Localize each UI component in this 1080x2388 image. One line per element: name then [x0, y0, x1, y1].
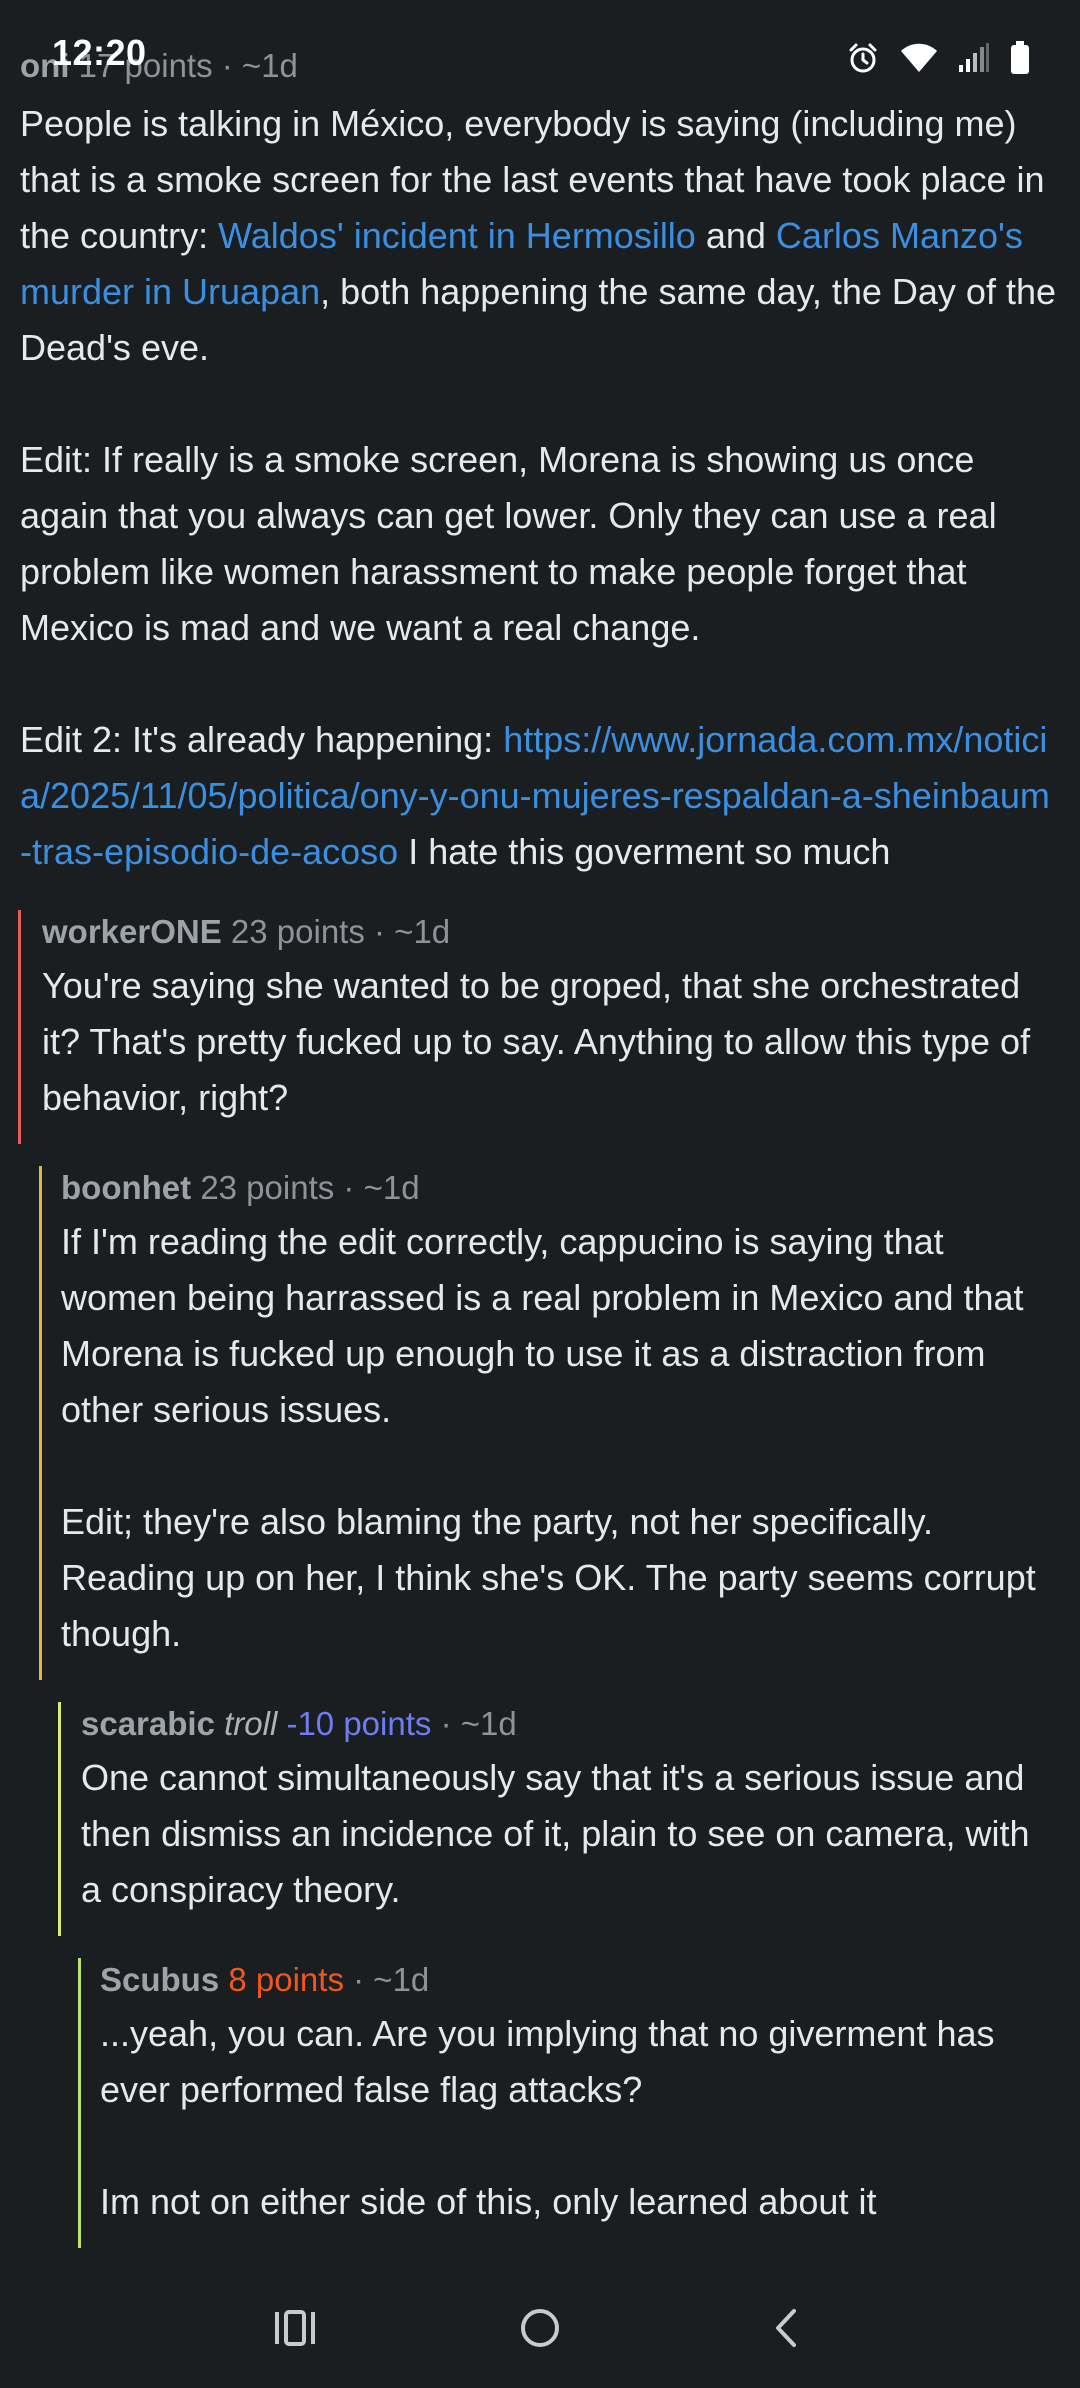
comment-age: · ~1d — [374, 913, 451, 950]
comment-author[interactable]: scarabic — [81, 1705, 215, 1742]
recents-button[interactable] — [250, 2290, 340, 2370]
comment-body: One cannot simultaneously say that it's … — [81, 1750, 1058, 1936]
comment-body: You're saying she wanted to be groped, t… — [42, 958, 1058, 1144]
comment-age: · ~1d — [343, 1169, 420, 1206]
comment-points: 23 points — [200, 1169, 335, 1206]
comment-text: and — [695, 215, 776, 256]
comment-age: · ~1d — [440, 1705, 517, 1742]
comment-meta: boonhet 23 points · ~1d — [61, 1166, 1058, 1210]
comment-scarabic[interactable]: scarabic troll -10 points · ~1d One cann… — [58, 1702, 1080, 1936]
comment-author[interactable]: workerONE — [42, 913, 222, 950]
comment-Scubus[interactable]: Scubus 8 points · ~1d ...yeah, you can. … — [78, 1958, 1080, 2248]
battery-icon — [1010, 41, 1030, 75]
recents-icon — [273, 2309, 317, 2351]
comment-author[interactable]: boonhet — [61, 1169, 191, 1206]
comment-age: · ~1d — [353, 1961, 430, 1998]
status-icons — [846, 38, 1030, 78]
comment-paragraph: People is talking in México, everybody i… — [20, 96, 1058, 376]
link-waldos-incident[interactable]: Waldos' incident in Hermosillo — [218, 215, 696, 256]
system-nav-bar — [0, 2270, 1080, 2388]
comment-text: I hate this goverment so much — [398, 831, 891, 872]
comment-paragraph: Edit; they're also blaming the party, no… — [61, 1501, 1036, 1654]
alarm-icon — [846, 41, 880, 75]
comment-author[interactable]: Scubus — [100, 1961, 219, 1998]
comment-meta: Scubus 8 points · ~1d — [100, 1958, 1058, 2002]
back-button[interactable] — [740, 2290, 830, 2370]
comment-points: -10 points — [286, 1705, 432, 1742]
comment-paragraph: You're saying she wanted to be groped, t… — [42, 965, 1031, 1118]
comment-body: If I'm reading the edit correctly, cappu… — [61, 1214, 1058, 1680]
comment-workerONE[interactable]: workerONE 23 points · ~1d You're saying … — [18, 910, 1080, 1144]
comment-boonhet[interactable]: boonhet 23 points · ~1d If I'm reading t… — [39, 1166, 1080, 1680]
status-time: 12:20 — [52, 32, 147, 73]
back-icon — [770, 2308, 800, 2353]
comment-body: ...yeah, you can. Are you implying that … — [100, 2006, 1058, 2248]
comment-points: 23 points — [230, 913, 365, 950]
wifi-icon — [900, 43, 938, 73]
signal-icon — [958, 43, 990, 73]
comment-thread: oni 17 points · ~1d People is talking in… — [0, 44, 1080, 2248]
comment-paragraph: One cannot simultaneously say that it's … — [81, 1757, 1030, 1910]
comment-paragraph: Edit: If really is a smoke screen, Moren… — [20, 439, 997, 648]
home-button[interactable] — [495, 2290, 585, 2370]
comment-paragraph: ...yeah, you can. Are you implying that … — [100, 2013, 995, 2110]
comment-meta: workerONE 23 points · ~1d — [42, 910, 1058, 954]
comment-text: Edit 2: It's already happening: — [20, 719, 504, 760]
comment-oni[interactable]: oni 17 points · ~1d People is talking in… — [0, 44, 1080, 880]
comment-paragraph: Edit 2: It's already happening: https://… — [20, 712, 1058, 880]
home-icon — [519, 2307, 561, 2354]
comment-meta: scarabic troll -10 points · ~1d — [81, 1702, 1058, 1746]
comment-body: People is talking in México, everybody i… — [20, 96, 1058, 880]
status-bar: 12:20 — [0, 0, 1080, 110]
user-flair: troll — [224, 1705, 278, 1742]
comment-paragraph: If I'm reading the edit correctly, cappu… — [61, 1221, 1024, 1430]
comment-points: 8 points — [228, 1961, 344, 1998]
comment-paragraph: Im not on either side of this, only lear… — [100, 2181, 877, 2222]
